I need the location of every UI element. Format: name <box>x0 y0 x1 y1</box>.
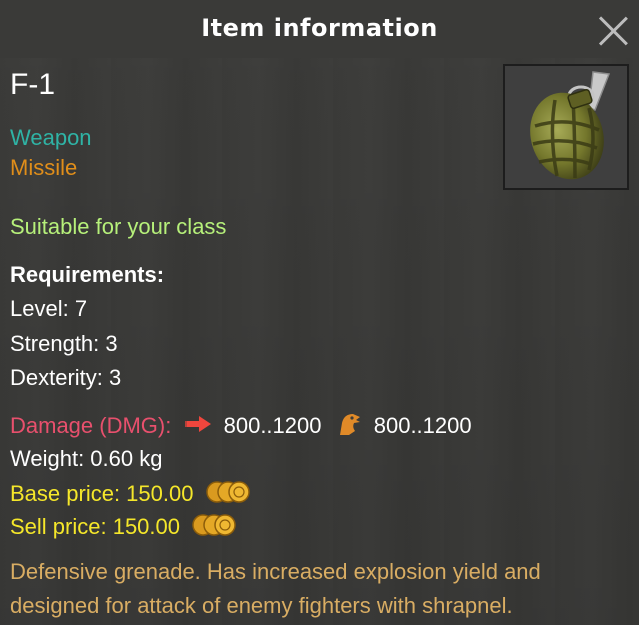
item-category: Weapon <box>10 125 92 150</box>
damage-value-1: 800..1200 <box>223 412 322 438</box>
title-bar: Item information <box>0 0 639 58</box>
damage-row: Damage (DMG): 800..1200 800..1200 <box>10 411 472 443</box>
item-image <box>503 64 629 190</box>
item-subtype: Missile <box>10 155 78 180</box>
dialog-title: Item information <box>201 14 438 42</box>
arrow-right-icon <box>185 413 213 441</box>
requirement-level: Level: 7 <box>10 296 88 321</box>
item-info-panel: Item information F-1 Weapon Missile Suit… <box>0 0 639 625</box>
requirement-strength: Strength: 3 <box>10 331 118 356</box>
class-suitability: Suitable for your class <box>10 214 227 239</box>
item-description: Defensive grenade. Has increased explosi… <box>10 559 541 618</box>
close-icon[interactable] <box>597 14 629 46</box>
requirement-dexterity: Dexterity: 3 <box>10 365 122 390</box>
requirements-heading: Requirements: <box>10 262 165 287</box>
base-price: Base price: 150.00 <box>10 480 194 506</box>
base-price-row: Base price: 150.00 <box>10 480 250 510</box>
damage-value-2: 800..1200 <box>373 412 472 438</box>
item-name: F-1 <box>10 68 55 101</box>
gold-coins-icon <box>205 480 250 510</box>
item-weight: Weight: 0.60 kg <box>10 446 163 471</box>
grenade-icon <box>530 71 611 180</box>
sell-price: Sell price: 150.00 <box>10 513 180 539</box>
gold-coins-icon <box>192 513 236 543</box>
damage-label: Damage (DMG): <box>10 412 172 438</box>
sell-price-row: Sell price: 150.00 <box>10 513 236 543</box>
eagle-head-icon <box>336 411 362 443</box>
